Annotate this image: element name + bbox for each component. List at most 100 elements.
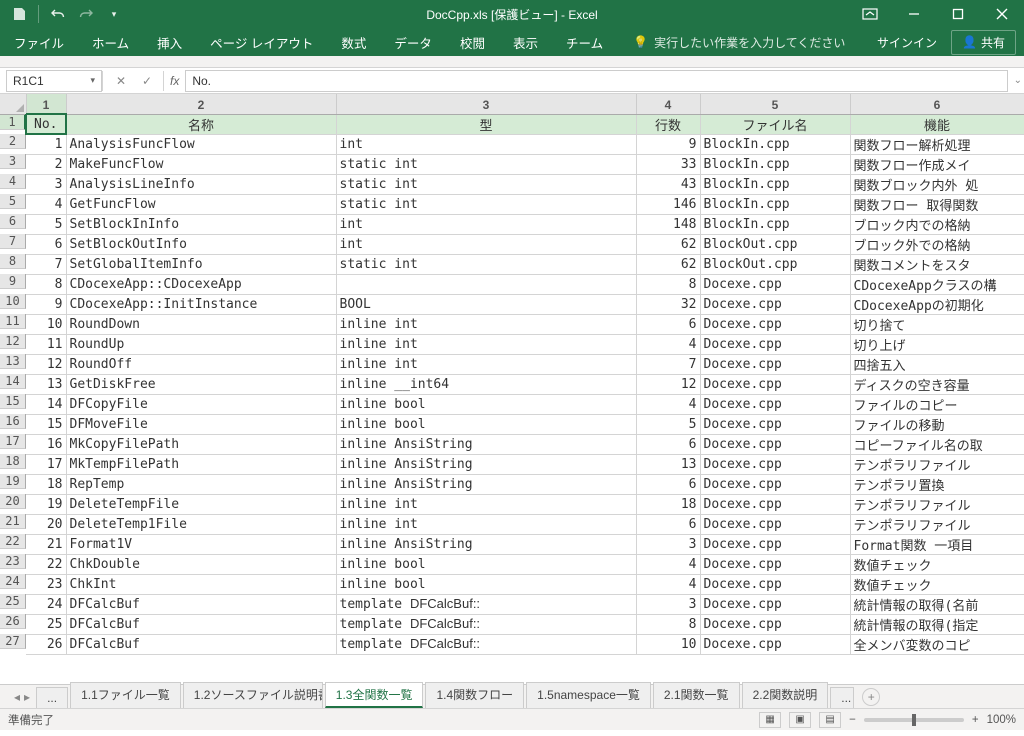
cell[interactable]: SetBlockInInfo [66, 214, 336, 234]
row-header[interactable]: 15 [0, 394, 26, 409]
cell[interactable]: 15 [26, 414, 66, 434]
cell[interactable]: inline AnsiString [336, 534, 636, 554]
row-header[interactable]: 18 [0, 454, 26, 469]
cell[interactable]: Docexe.cpp [700, 274, 850, 294]
cell[interactable]: BlockOut.cpp [700, 234, 850, 254]
ribbon-tab-insert[interactable]: 挿入 [147, 28, 192, 57]
cell[interactable]: inline int [336, 494, 636, 514]
signin-link[interactable]: サインイン [877, 34, 937, 51]
cell[interactable]: 四捨五入 [850, 354, 1024, 374]
cell[interactable]: RoundOff [66, 354, 336, 374]
cell[interactable]: 4 [636, 394, 700, 414]
cell[interactable]: 関数フロー作成メイ [850, 154, 1024, 174]
cell[interactable]: DeleteTemp1File [66, 514, 336, 534]
row-header[interactable]: 27 [0, 634, 26, 649]
cell[interactable]: 全メンバ変数のコピ [850, 634, 1024, 654]
sheet-tab-more[interactable]: ... [830, 687, 854, 708]
ribbon-tab-view[interactable]: 表示 [503, 28, 548, 57]
cell[interactable]: 関数ブロック内外 処 [850, 174, 1024, 194]
cell[interactable]: 4 [26, 194, 66, 214]
sheet-tab[interactable]: 2.1関数一覧 [653, 682, 740, 708]
table-header-cell[interactable]: 行数 [636, 114, 700, 134]
cell[interactable]: ChkInt [66, 574, 336, 594]
cell[interactable]: 43 [636, 174, 700, 194]
table-header-cell[interactable]: 名称 [66, 114, 336, 134]
cell[interactable]: 3 [636, 534, 700, 554]
cell[interactable]: DFCalcBuf [66, 634, 336, 654]
row-header[interactable]: 22 [0, 534, 26, 549]
row-header[interactable]: 23 [0, 554, 26, 569]
cell[interactable]: 切り上げ [850, 334, 1024, 354]
cell[interactable]: テンポラリファイル [850, 494, 1024, 514]
cell[interactable]: 10 [636, 634, 700, 654]
row-header[interactable]: 12 [0, 334, 26, 349]
cell[interactable]: Docexe.cpp [700, 474, 850, 494]
row-header[interactable]: 5 [0, 194, 26, 209]
cell[interactable]: BlockIn.cpp [700, 214, 850, 234]
row-header[interactable]: 16 [0, 414, 26, 429]
cell[interactable]: Format1V [66, 534, 336, 554]
cell[interactable]: 62 [636, 254, 700, 274]
row-header[interactable]: 21 [0, 514, 26, 529]
cell[interactable]: CDocexeApp::CDocexeApp [66, 274, 336, 294]
save-icon[interactable] [6, 2, 32, 26]
cell[interactable]: Docexe.cpp [700, 614, 850, 634]
cell[interactable]: 21 [26, 534, 66, 554]
ribbon-tab-formulas[interactable]: 数式 [331, 28, 376, 57]
cell[interactable]: inline int [336, 314, 636, 334]
cell[interactable]: 20 [26, 514, 66, 534]
minimize-icon[interactable] [892, 0, 936, 28]
row-header[interactable]: 20 [0, 494, 26, 509]
cell[interactable]: 切り捨て [850, 314, 1024, 334]
row-header[interactable]: 26 [0, 614, 26, 629]
cell[interactable]: 関数コメントをスタ [850, 254, 1024, 274]
sheet-tab[interactable]: 1.2ソースファイル説明書 [183, 682, 323, 708]
cell[interactable]: 13 [26, 374, 66, 394]
cell[interactable]: 9 [26, 294, 66, 314]
cell[interactable]: GetFuncFlow [66, 194, 336, 214]
cell[interactable]: BlockIn.cpp [700, 174, 850, 194]
cell[interactable]: 6 [636, 514, 700, 534]
cell[interactable]: 7 [636, 354, 700, 374]
cell[interactable]: Docexe.cpp [700, 574, 850, 594]
table-header-cell[interactable]: ファイル名 [700, 114, 850, 134]
cell[interactable]: CDocexeApp::InitInstance [66, 294, 336, 314]
cell[interactable]: 6 [26, 234, 66, 254]
cell[interactable]: Docexe.cpp [700, 554, 850, 574]
enter-formula-icon[interactable]: ✓ [137, 74, 157, 88]
cell[interactable]: 9 [636, 134, 700, 154]
cell[interactable]: 25 [26, 614, 66, 634]
cell[interactable]: 3 [26, 174, 66, 194]
cell[interactable]: 4 [636, 334, 700, 354]
cell[interactable]: 1 [26, 134, 66, 154]
row-header[interactable]: 3 [0, 154, 26, 169]
row-header[interactable]: 13 [0, 354, 26, 369]
row-header[interactable]: 17 [0, 434, 26, 449]
cell[interactable]: Docexe.cpp [700, 314, 850, 334]
row-header[interactable]: 14 [0, 374, 26, 389]
cell[interactable]: DFMoveFile [66, 414, 336, 434]
cell[interactable]: 10 [26, 314, 66, 334]
cell[interactable]: 146 [636, 194, 700, 214]
cell[interactable]: static int [336, 254, 636, 274]
cell[interactable]: CDocexeAppクラスの構 [850, 274, 1024, 294]
ribbon-tab-home[interactable]: ホーム [82, 28, 139, 57]
spreadsheet-grid[interactable]: 1 2 3 4 5 6 1No.名称型行数ファイル名機能21AnalysisFu… [0, 94, 1024, 684]
cell[interactable]: BOOL [336, 294, 636, 314]
cell[interactable]: inline bool [336, 414, 636, 434]
maximize-icon[interactable] [936, 0, 980, 28]
cell[interactable]: inline AnsiString [336, 474, 636, 494]
view-page-layout-icon[interactable]: ▣ [789, 712, 811, 728]
cell[interactable]: 2 [26, 154, 66, 174]
row-header[interactable]: 2 [0, 134, 26, 149]
cell[interactable]: inline AnsiString [336, 434, 636, 454]
name-box[interactable]: R1C1 ▾ [6, 70, 102, 92]
sheet-tab[interactable]: 1.5namespace一覧 [526, 682, 651, 708]
cell[interactable]: コピーファイル名の取 [850, 434, 1024, 454]
cell[interactable]: 7 [26, 254, 66, 274]
cell[interactable]: 統計情報の取得(指定 [850, 614, 1024, 634]
cell[interactable]: BlockIn.cpp [700, 194, 850, 214]
cell[interactable]: 数値チェック [850, 574, 1024, 594]
cell[interactable]: 5 [26, 214, 66, 234]
row-header[interactable]: 4 [0, 174, 26, 189]
